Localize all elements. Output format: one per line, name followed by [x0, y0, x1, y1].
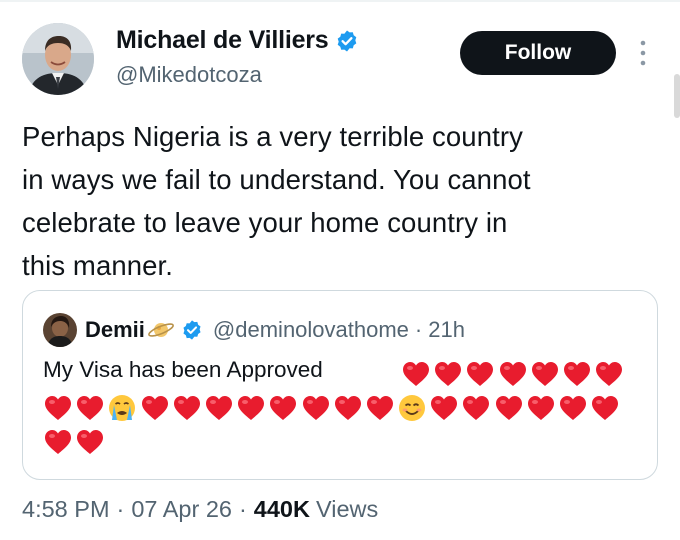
red-heart-icon — [563, 362, 590, 386]
red-heart-icon — [270, 396, 297, 420]
ringed-planet-icon — [147, 323, 174, 337]
emoji-line — [43, 425, 107, 459]
red-heart-icon — [141, 396, 168, 420]
quoted-display-name[interactable]: Demii — [85, 317, 145, 343]
views-label[interactable]: Views — [316, 496, 378, 523]
red-heart-icon — [463, 396, 490, 420]
tweet-line: Perhaps Nigeria is a very terrible count… — [22, 121, 523, 152]
red-heart-icon — [467, 362, 494, 386]
tweet-line: celebrate to leave your home country in — [22, 207, 508, 238]
red-heart-icon — [45, 396, 71, 420]
red-heart-icon — [77, 396, 104, 420]
author-name-row: Michael de Villiers — [116, 26, 359, 55]
follow-button[interactable]: Follow — [460, 31, 616, 75]
tweet-date[interactable]: 07 Apr 26 — [131, 496, 232, 523]
quoted-timestamp[interactable]: 21h — [428, 317, 465, 343]
vertical-ellipsis-icon[interactable] — [636, 38, 650, 68]
red-heart-icon — [431, 396, 458, 420]
quoted-tweet-card[interactable]: Demii @deminolovathome · 21h My Visa has… — [22, 290, 658, 480]
crying-face-icon — [109, 395, 136, 421]
separator-dot: · — [116, 496, 125, 522]
red-heart-icon — [205, 396, 232, 420]
top-divider — [0, 0, 680, 2]
tweet-meta: 4:58 PM · 07 Apr 26 · 440K Views — [22, 496, 378, 523]
tweet-line: this manner. — [22, 250, 173, 281]
red-heart-icon — [560, 396, 586, 420]
red-heart-icon — [334, 396, 361, 420]
red-heart-icon — [45, 430, 71, 454]
red-heart-icon — [596, 362, 623, 386]
red-heart-icon — [403, 362, 429, 386]
red-heart-icon — [531, 362, 558, 386]
red-heart-icon — [592, 396, 619, 420]
verified-badge-icon — [183, 320, 201, 340]
author-handle[interactable]: @Mikedotcoza — [116, 62, 262, 88]
scrollbar-thumb[interactable] — [674, 74, 680, 118]
red-heart-icon — [495, 396, 522, 420]
author-display-name[interactable]: Michael de Villiers — [116, 26, 329, 55]
red-heart-icon — [435, 362, 462, 386]
red-heart-icon — [77, 430, 104, 454]
tweet-text: Perhaps Nigeria is a very terrible count… — [22, 115, 662, 287]
avatar[interactable] — [22, 23, 94, 95]
red-heart-icon — [302, 396, 329, 420]
red-heart-icon — [238, 396, 265, 420]
tweet-line: in ways we fail to understand. You canno… — [22, 164, 531, 195]
quoted-handle[interactable]: @deminolovathome — [213, 317, 409, 343]
red-heart-icon — [366, 396, 393, 420]
separator-dot: · — [238, 496, 247, 522]
views-count[interactable]: 440K — [254, 496, 310, 523]
verified-badge-icon — [337, 30, 356, 51]
red-heart-icon — [499, 362, 526, 386]
emoji-line — [43, 391, 622, 425]
red-heart-icon — [173, 396, 200, 420]
quoted-header: Demii @deminolovathome · 21h — [85, 313, 465, 347]
quoted-avatar[interactable] — [43, 313, 77, 347]
separator-dot: · — [414, 317, 423, 342]
emoji-line — [401, 357, 626, 391]
smiling-face-icon — [399, 395, 426, 421]
red-heart-icon — [527, 396, 554, 420]
tweet-time[interactable]: 4:58 PM — [22, 496, 110, 523]
quoted-text: My Visa has been Approved — [43, 357, 323, 382]
